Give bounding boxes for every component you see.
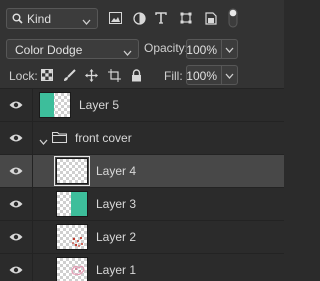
lock-pixels-icon[interactable] <box>62 68 76 82</box>
opacity-value: 100% <box>186 43 217 57</box>
lock-position-icon[interactable] <box>84 68 98 82</box>
chevron-down-icon[interactable] <box>39 134 48 148</box>
layer-thumbnail <box>39 92 71 118</box>
chevron-down-icon <box>225 42 234 56</box>
teal-fill <box>71 192 87 216</box>
search-icon <box>12 13 23 24</box>
filter-toggle[interactable] <box>228 8 238 28</box>
visibility-eye-icon[interactable] <box>0 89 33 121</box>
pink-artwork <box>71 265 85 276</box>
shape-filter-icon[interactable] <box>178 10 194 26</box>
lock-transparency-icon[interactable] <box>40 68 54 82</box>
layer-thumbnail <box>56 224 88 250</box>
layer-row-layer-1[interactable]: Layer 1 <box>0 254 284 281</box>
filter-kind-label: Kind <box>27 11 52 26</box>
opacity-dropdown-button[interactable] <box>222 39 238 59</box>
lock-artboard-icon[interactable] <box>107 68 121 82</box>
layer-name: Layer 2 <box>96 230 137 244</box>
blend-options-bar: Color Dodge Opacity: 100% <box>0 36 284 62</box>
layer-row-layer-2[interactable]: Layer 2 <box>0 221 284 254</box>
layer-row-layer-4[interactable]: Layer 4 <box>0 155 284 188</box>
layer-filter-bar: Kind <box>0 0 284 36</box>
opacity-field[interactable]: 100% <box>186 39 222 59</box>
teal-fill <box>40 93 54 117</box>
red-artwork <box>72 236 83 247</box>
layer-thumbnail <box>56 257 88 281</box>
blend-mode-label: Color Dodge <box>15 43 83 57</box>
visibility-eye-icon[interactable] <box>0 122 33 154</box>
visibility-eye-icon[interactable] <box>0 221 33 253</box>
layer-name: Layer 4 <box>96 164 137 178</box>
layer-name: Layer 1 <box>96 263 137 277</box>
image-filter-icon[interactable] <box>107 10 123 26</box>
layer-thumbnail <box>56 191 88 217</box>
chevron-down-icon <box>82 14 91 28</box>
fill-field[interactable]: 100% <box>186 65 222 85</box>
layer-name: Layer 5 <box>79 98 120 112</box>
layer-thumbnail <box>54 156 90 186</box>
chevron-down-icon <box>225 68 234 82</box>
fill-dropdown-button[interactable] <box>222 65 238 85</box>
group-name: front cover <box>75 131 132 145</box>
lock-label: Lock: <box>9 69 38 83</box>
fill-label: Fill: <box>164 69 183 83</box>
chevron-down-icon <box>123 45 132 59</box>
layer-group-front-cover[interactable]: front cover <box>0 122 284 155</box>
lock-all-icon[interactable] <box>129 68 143 82</box>
layer-name: Layer 3 <box>96 197 137 211</box>
layers-list: Layer 5 front cover Layer 4 Layer 3 Laye… <box>0 89 284 281</box>
lock-options-bar: Lock: Fill: 100% <box>0 62 284 89</box>
visibility-eye-icon[interactable] <box>0 254 33 281</box>
blend-mode-select[interactable]: Color Dodge <box>6 39 139 59</box>
adjustment-filter-icon[interactable] <box>131 10 147 26</box>
type-filter-icon[interactable] <box>153 10 169 26</box>
visibility-eye-icon[interactable] <box>0 188 33 220</box>
filter-kind-select[interactable]: Kind <box>6 8 98 29</box>
layer-row-layer-3[interactable]: Layer 3 <box>0 188 284 221</box>
opacity-label: Opacity: <box>144 41 189 55</box>
fill-value: 100% <box>186 69 217 83</box>
smart-object-filter-icon[interactable] <box>203 10 219 26</box>
folder-icon <box>51 131 68 146</box>
visibility-eye-icon[interactable] <box>0 155 33 187</box>
layer-row-layer-5[interactable]: Layer 5 <box>0 89 284 122</box>
